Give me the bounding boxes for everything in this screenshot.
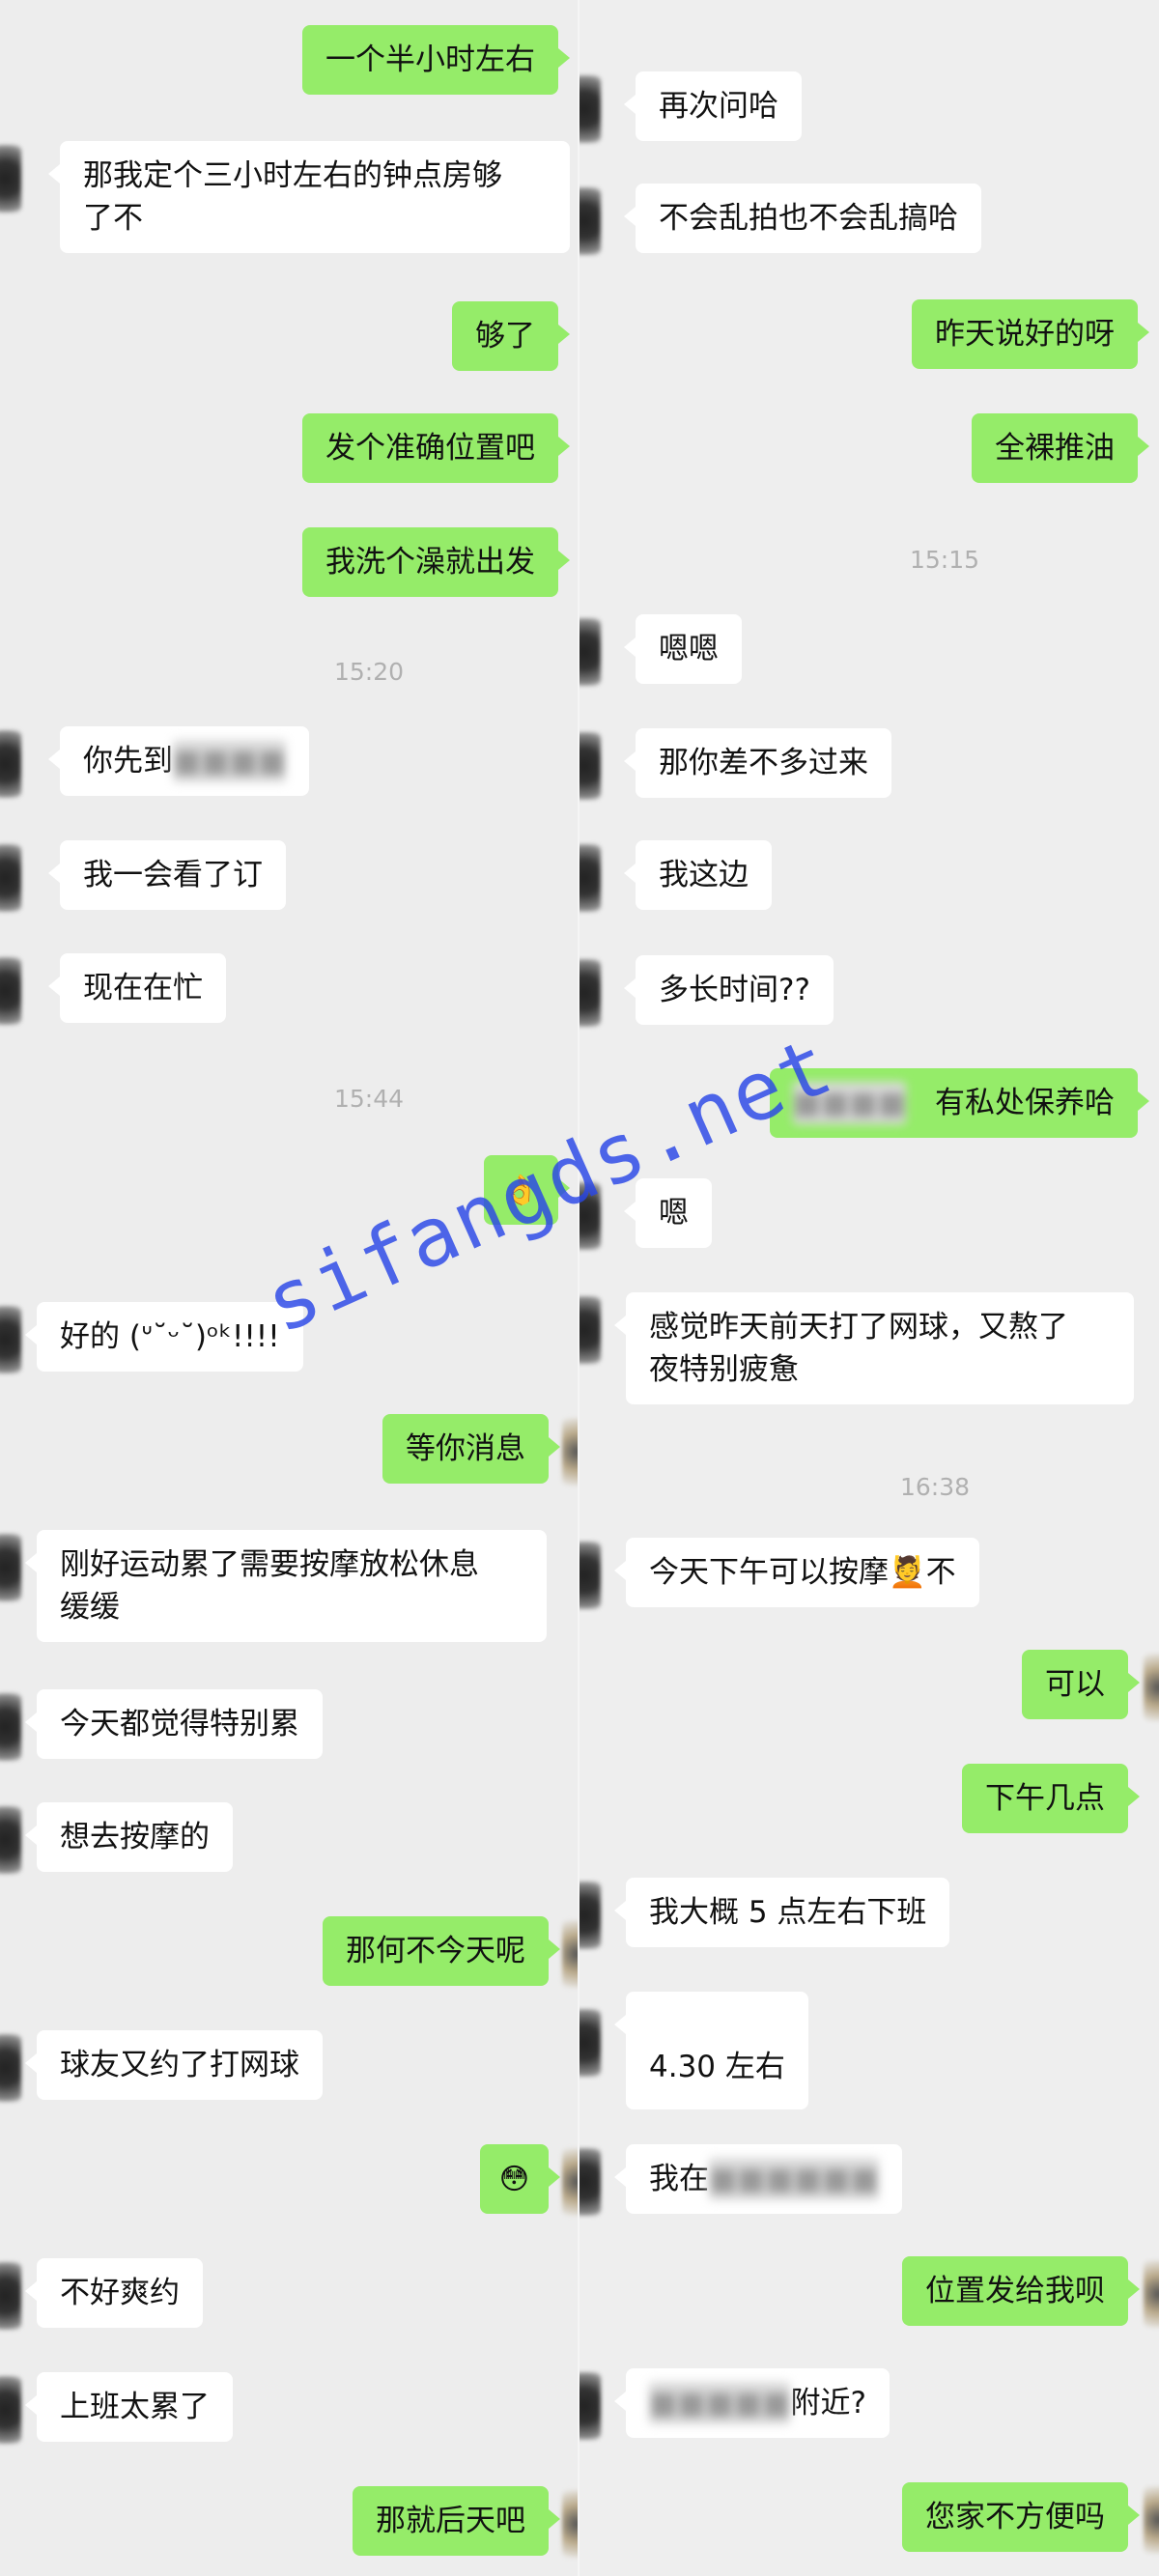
message-bubble-out[interactable]: 那何不今天呢 bbox=[323, 1916, 560, 1986]
message-bubble-out[interactable]: 昨天说好的呀 bbox=[912, 299, 1149, 369]
message-bubble-in[interactable]: 我这边 bbox=[624, 840, 772, 910]
avatar[interactable] bbox=[0, 2376, 21, 2444]
avatar[interactable] bbox=[580, 2009, 601, 2077]
timestamp: 15:15 bbox=[909, 546, 980, 574]
avatar[interactable] bbox=[0, 145, 21, 212]
message-bubble-in[interactable]: 你先到■■■■ bbox=[47, 726, 310, 796]
message-bubble-out[interactable]: 我洗个澡就出发 bbox=[302, 527, 570, 597]
avatar[interactable] bbox=[0, 957, 21, 1025]
message-bubble-out[interactable]: 😳 bbox=[479, 2144, 561, 2214]
avatar[interactable] bbox=[0, 1806, 21, 1874]
avatar[interactable] bbox=[580, 959, 601, 1027]
message-bubble-in[interactable]: 不会乱拍也不会乱搞哈 bbox=[624, 184, 981, 253]
message-bubble-in[interactable]: 我在■■■■■■ bbox=[614, 2144, 902, 2214]
message-bubble-in[interactable]: ■■■■■附近? bbox=[614, 2368, 890, 2438]
message-bubble-out[interactable]: 可以 bbox=[1022, 1650, 1140, 1719]
message-bubble-in[interactable]: 嗯嗯 bbox=[624, 614, 742, 684]
avatar[interactable] bbox=[580, 1882, 601, 1949]
message-bubble-out[interactable]: 位置发给我呗 bbox=[902, 2256, 1140, 2326]
avatar[interactable] bbox=[0, 2034, 21, 2102]
message-bubble-out[interactable]: 够了 bbox=[452, 301, 570, 371]
avatar[interactable] bbox=[580, 75, 601, 143]
message-bubble-in[interactable]: 再次问哈 bbox=[624, 71, 802, 141]
message-bubble-in[interactable]: 那我定个三小时左右的钟点房够 了不 bbox=[48, 141, 570, 253]
message-bubble-out[interactable]: 一个半小时左右 bbox=[302, 25, 570, 95]
avatar[interactable] bbox=[580, 2372, 601, 2440]
message-bubble-in[interactable]: 想去按摩的 bbox=[25, 1802, 233, 1872]
message-bubble-in[interactable]: 刚好运动累了需要按摩放松休息 缓缓 bbox=[25, 1530, 547, 1642]
avatar[interactable] bbox=[580, 1296, 601, 1364]
avatar[interactable] bbox=[580, 1542, 601, 1609]
message-bubble-in[interactable]: 上班太累了 bbox=[25, 2372, 233, 2442]
avatar[interactable] bbox=[580, 187, 601, 255]
message-bubble-in[interactable]: 今天下午可以按摩💆不 bbox=[614, 1538, 979, 1607]
avatar[interactable] bbox=[580, 844, 601, 912]
message-bubble-in[interactable]: 4.30 左右 bbox=[614, 1992, 808, 2109]
message-bubble-out[interactable]: 全裸推油 bbox=[972, 413, 1149, 483]
message-bubble-in[interactable]: 感觉昨天前天打了网球，又熬了 夜特别疲惫 bbox=[614, 1292, 1134, 1404]
message-bubble-out[interactable]: 那就后天吧 bbox=[353, 2486, 560, 2556]
message-bubble-in[interactable]: 我一会看了订 bbox=[48, 840, 286, 910]
avatar[interactable] bbox=[0, 1693, 21, 1761]
flushed-face-icon: 😳 bbox=[498, 2163, 529, 2196]
message-bubble-out[interactable]: 下午几点 bbox=[962, 1764, 1140, 1833]
message-bubble-in[interactable]: 今天都觉得特别累 bbox=[25, 1689, 323, 1759]
message-bubble-in[interactable]: 球友又约了打网球 bbox=[25, 2030, 323, 2100]
timestamp: 16:38 bbox=[899, 1473, 971, 1501]
message-bubble-out[interactable]: 您家不方便吗 bbox=[902, 2482, 1140, 2552]
timestamp: 15:44 bbox=[333, 1085, 405, 1113]
message-bubble-in[interactable]: 多长时间?? bbox=[624, 955, 834, 1025]
avatar[interactable] bbox=[1144, 2260, 1159, 2328]
avatar[interactable] bbox=[1144, 1654, 1159, 1721]
avatar[interactable] bbox=[1144, 2486, 1159, 2554]
message-bubble-in[interactable]: 我大概 5 点左右下班 bbox=[613, 1878, 950, 1947]
timestamp: 15:20 bbox=[333, 658, 405, 686]
message-bubble-in[interactable]: 好的 (ᐡ˘ᵕ˘)ᵒᵏ!!!! bbox=[25, 1302, 303, 1372]
avatar[interactable] bbox=[580, 618, 601, 686]
avatar[interactable] bbox=[0, 844, 21, 912]
avatar[interactable] bbox=[0, 2262, 21, 2330]
avatar[interactable] bbox=[0, 730, 21, 798]
redacted-text: ■■■■ bbox=[173, 740, 287, 782]
message-bubble-out[interactable]: 发个准确位置吧 bbox=[302, 413, 570, 483]
avatar[interactable] bbox=[580, 732, 601, 800]
avatar[interactable] bbox=[580, 2148, 601, 2216]
message-bubble-out[interactable]: 等你消息 bbox=[382, 1414, 560, 1484]
message-bubble-in[interactable]: 现在在忙 bbox=[48, 953, 226, 1023]
message-bubble-in[interactable]: 那你差不多过来 bbox=[624, 728, 891, 798]
message-bubble-in[interactable]: 不好爽约 bbox=[25, 2258, 203, 2328]
avatar[interactable] bbox=[0, 1534, 21, 1601]
redacted-text: ■■■■■■ bbox=[709, 2158, 879, 2200]
redacted-text: ■■■■■ bbox=[649, 2382, 791, 2424]
avatar[interactable] bbox=[0, 1306, 21, 1373]
chat-panel-right[interactable]: 再次问哈 不会乱拍也不会乱搞哈 昨天说好的呀 全裸推油 15:15 嗯嗯 那你差… bbox=[580, 0, 1159, 2576]
